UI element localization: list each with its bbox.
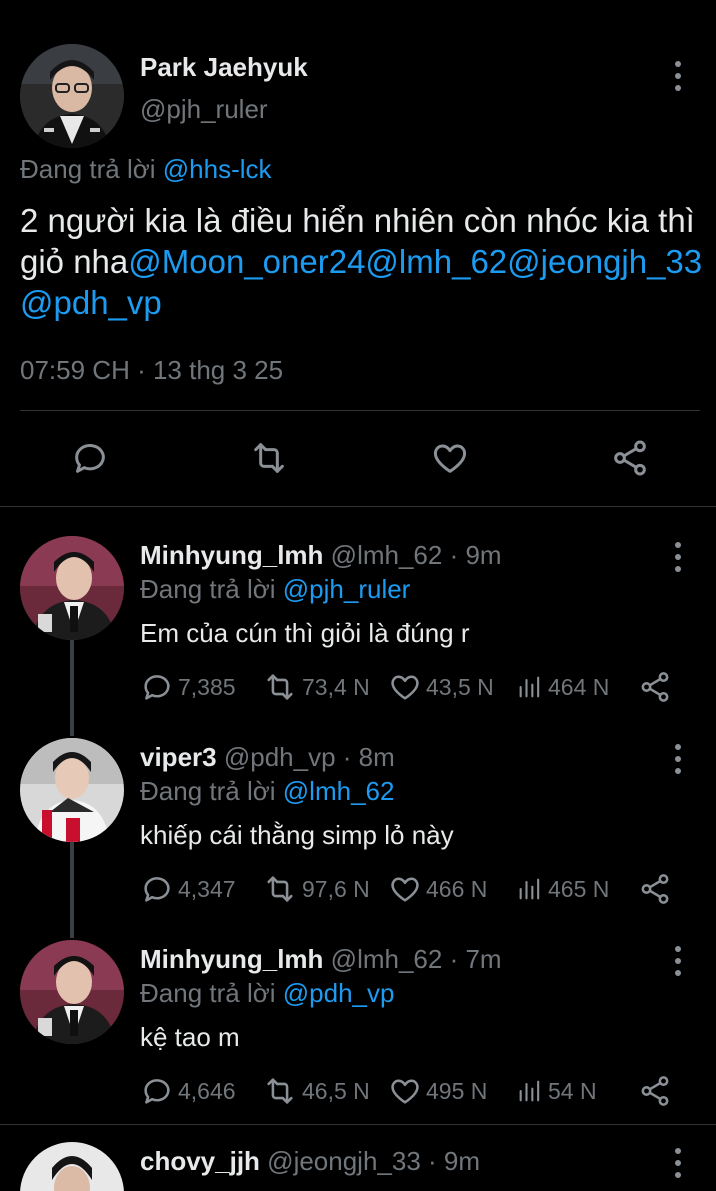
like-icon[interactable]	[428, 436, 472, 480]
like-count[interactable]: 43,5 N	[388, 670, 494, 704]
reply-tweet[interactable]: chovy_jjh @jeongjh_33 · 9m	[0, 1142, 716, 1191]
retweet-count[interactable]: 97,6 N	[262, 872, 370, 906]
retweet-icon	[267, 876, 293, 902]
reply-actions: 4,347 97,6 N 466 N 465 N	[140, 872, 700, 906]
main-tweet: Park Jaehyuk @pjh_ruler Đang trả lời @hh…	[0, 0, 716, 506]
divider	[20, 410, 700, 411]
views-icon	[519, 878, 540, 900]
replying-to-label: Đang trả lời	[140, 574, 283, 604]
thread-page: Park Jaehyuk @pjh_ruler Đang trả lời @hh…	[0, 0, 716, 1191]
retweet-icon	[267, 1078, 293, 1104]
reply-header: Minhyung_lmh @lmh_62 · 7m	[140, 944, 502, 975]
reply-text: Em của cún thì giỏi là đúng r	[140, 618, 470, 648]
avatar[interactable]	[20, 536, 124, 640]
reply-text: khiếp cái thằng simp lỏ này	[140, 820, 454, 850]
reply-icon	[144, 877, 170, 902]
replying-to: Đang trả lời @lmh_62	[140, 776, 394, 807]
divider	[0, 1124, 716, 1125]
retweet-count-value: 46,5 N	[302, 1077, 370, 1104]
more-options-icon[interactable]	[666, 1148, 690, 1178]
replying-to-label: Đang trả lời	[140, 776, 283, 806]
like-count[interactable]: 495 N	[388, 1074, 487, 1108]
replying-to: Đang trả lời @hhs-lck	[20, 154, 272, 185]
reply-header: Minhyung_lmh @lmh_62 · 9m	[140, 540, 502, 571]
more-options-icon[interactable]	[666, 542, 690, 572]
like-icon	[391, 675, 419, 700]
like-count-value: 495 N	[426, 1077, 488, 1104]
reply-author-handle[interactable]: @lmh_62 · 9m	[331, 540, 502, 570]
reply-actions: 7,385 73,4 N 43,5 N 464 N	[140, 670, 700, 704]
author-handle[interactable]: @pjh_ruler	[140, 94, 268, 125]
reply-author-name[interactable]: Minhyung_lmh	[140, 540, 323, 570]
reply-icon	[144, 1079, 170, 1104]
view-count[interactable]: 465 N	[516, 872, 609, 906]
reply-icon[interactable]	[68, 436, 112, 480]
reply-author-name[interactable]: chovy_jjh	[140, 1146, 260, 1176]
avatar[interactable]	[20, 738, 124, 842]
reply-tweet[interactable]: viper3 @pdh_vp · 8m Đang trả lời @lmh_62…	[0, 738, 716, 928]
views-icon	[519, 1080, 540, 1102]
retweet-count[interactable]: 73,4 N	[262, 670, 370, 704]
view-count-value: 464 N	[548, 673, 610, 700]
reply-tweet[interactable]: Minhyung_lmh @lmh_62 · 7m Đang trả lời @…	[0, 940, 716, 1124]
reply-header: viper3 @pdh_vp · 8m	[140, 742, 395, 773]
retweet-icon[interactable]	[247, 436, 291, 480]
reply-author-handle[interactable]: @pdh_vp · 8m	[224, 742, 395, 772]
like-icon	[391, 1079, 419, 1104]
retweet-icon	[267, 674, 293, 700]
reply-count[interactable]: 4,646	[140, 1074, 236, 1108]
share-icon[interactable]	[608, 436, 652, 480]
retweet-count-value: 97,6 N	[302, 875, 370, 902]
view-count[interactable]: 464 N	[516, 670, 609, 704]
replying-to-mention[interactable]: @pdh_vp	[283, 978, 395, 1008]
tweet-text: 2 người kia là điều hiển nhiên còn nhóc …	[20, 200, 716, 323]
replying-to: Đang trả lời @pdh_vp	[140, 978, 394, 1009]
replying-to-mention[interactable]: @hhs-lck	[163, 154, 272, 184]
replying-to-label: Đang trả lời	[140, 978, 283, 1008]
like-count[interactable]: 466 N	[388, 872, 487, 906]
view-count-value: 54 N	[548, 1077, 597, 1104]
reply-author-handle[interactable]: @lmh_62 · 7m	[331, 944, 502, 974]
reply-count-value: 4,646	[178, 1077, 236, 1104]
share-icon[interactable]	[638, 670, 672, 704]
more-options-icon[interactable]	[666, 61, 690, 91]
reply-author-name[interactable]: Minhyung_lmh	[140, 944, 323, 974]
reply-count[interactable]: 4,347	[140, 872, 236, 906]
retweet-count-value: 73,4 N	[302, 673, 370, 700]
replying-to-mention[interactable]: @lmh_62	[283, 776, 395, 806]
replying-to-mention[interactable]: @pjh_ruler	[283, 574, 411, 604]
like-icon	[391, 877, 419, 902]
tweet-timestamp[interactable]: 07:59 CH · 13 thg 3 25	[20, 355, 283, 386]
reply-actions: 4,646 46,5 N 495 N 54 N	[140, 1074, 700, 1108]
avatar[interactable]	[20, 1142, 124, 1191]
tweet-actions	[0, 432, 716, 486]
reply-count-value: 7,385	[178, 673, 236, 700]
reply-author-handle[interactable]: @jeongjh_33 · 9m	[267, 1146, 480, 1176]
like-count-value: 466 N	[426, 875, 488, 902]
avatar[interactable]	[20, 940, 124, 1044]
share-icon[interactable]	[638, 1074, 672, 1108]
view-count[interactable]: 54 N	[516, 1074, 597, 1108]
more-options-icon[interactable]	[666, 744, 690, 774]
reply-icon	[144, 675, 170, 700]
author-name[interactable]: Park Jaehyuk	[140, 52, 308, 83]
reply-text: kệ tao m	[140, 1022, 240, 1052]
views-icon	[519, 676, 540, 698]
replying-to: Đang trả lời @pjh_ruler	[140, 574, 410, 605]
reply-header: chovy_jjh @jeongjh_33 · 9m	[140, 1146, 480, 1177]
reply-count[interactable]: 7,385	[140, 670, 236, 704]
reply-author-name[interactable]: viper3	[140, 742, 217, 772]
replying-to-label: Đang trả lời	[20, 154, 163, 184]
view-count-value: 465 N	[548, 875, 610, 902]
more-options-icon[interactable]	[666, 946, 690, 976]
retweet-count[interactable]: 46,5 N	[262, 1074, 370, 1108]
like-count-value: 43,5 N	[426, 673, 494, 700]
share-icon[interactable]	[638, 872, 672, 906]
reply-count-value: 4,347	[178, 875, 236, 902]
divider	[0, 506, 716, 507]
avatar[interactable]	[20, 44, 124, 148]
reply-tweet[interactable]: Minhyung_lmh @lmh_62 · 9m Đang trả lời @…	[0, 536, 716, 726]
